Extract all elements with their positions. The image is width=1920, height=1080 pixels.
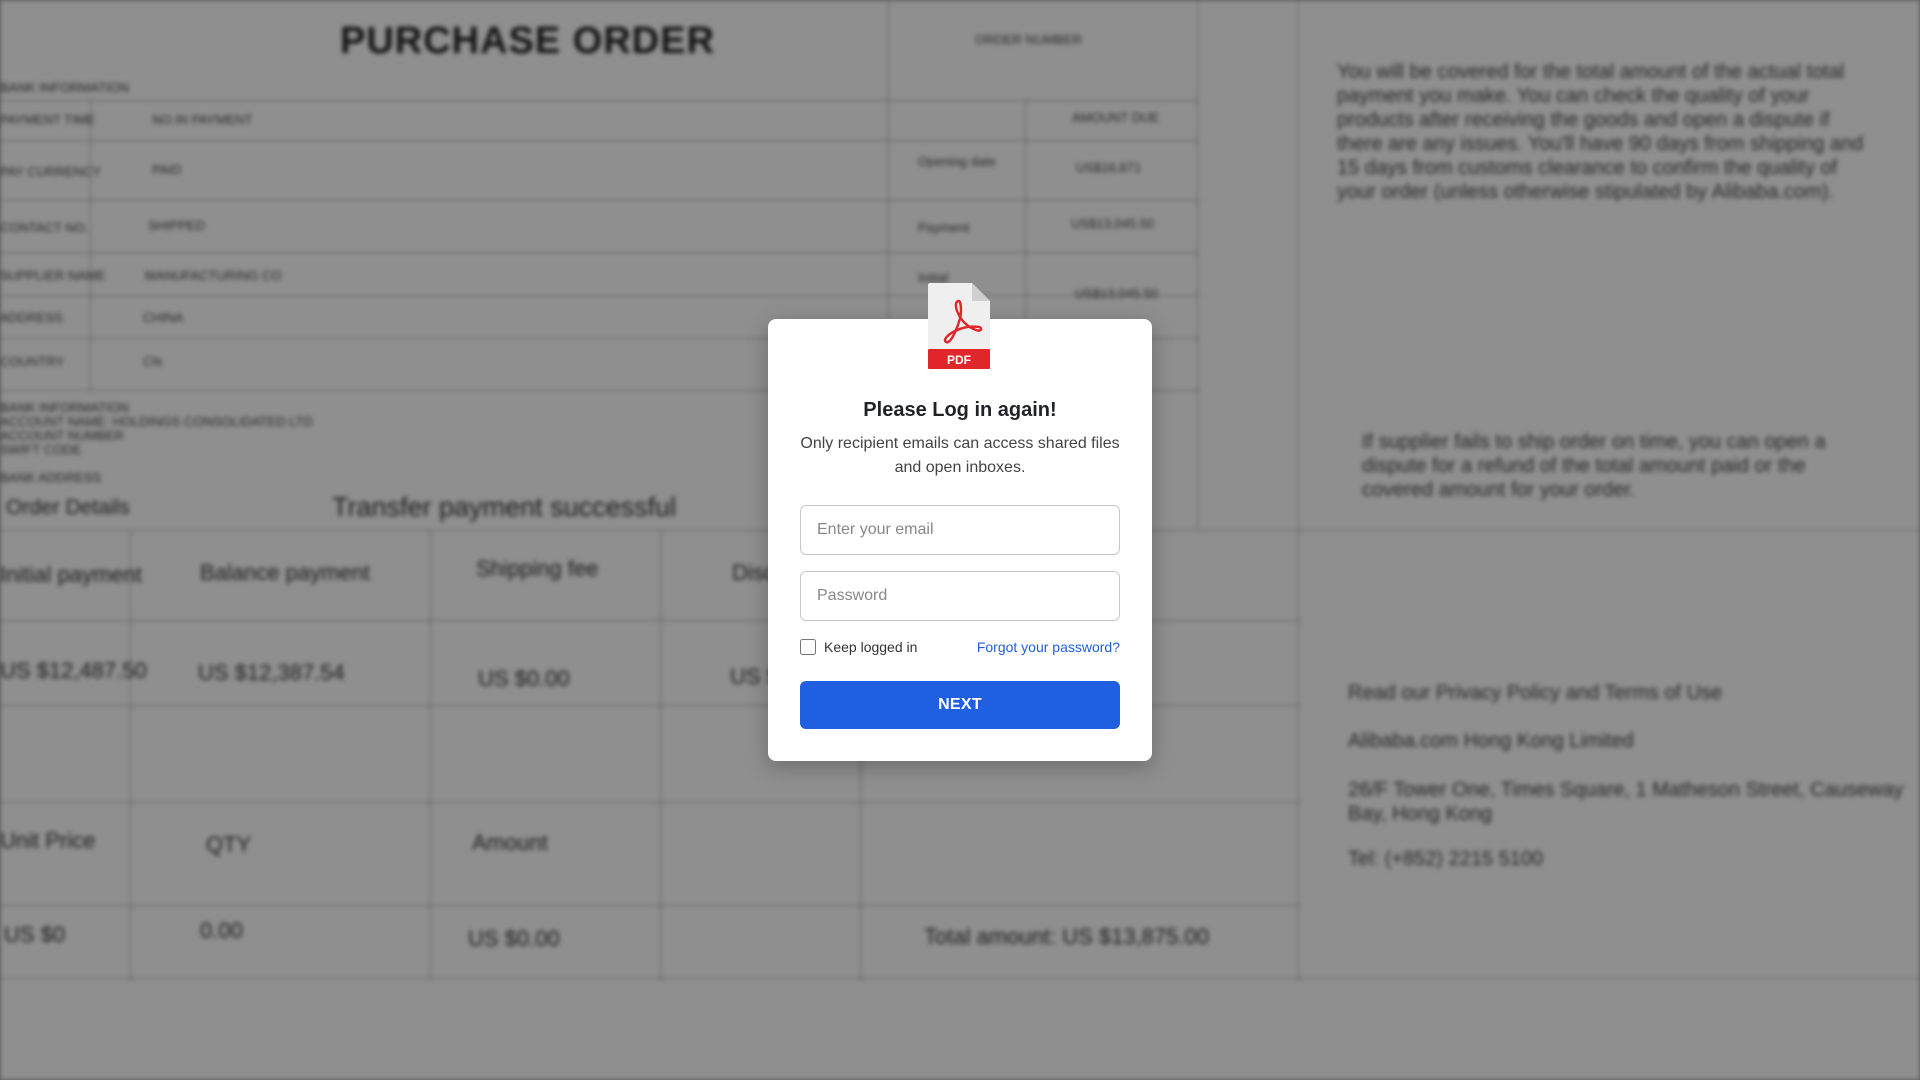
next-button[interactable]: NEXT — [800, 681, 1120, 729]
keep-logged-in-checkbox[interactable] — [800, 639, 816, 655]
modal-title: Please Log in again! — [863, 399, 1057, 421]
keep-logged-in-label: Keep logged in — [824, 639, 918, 655]
email-input[interactable] — [800, 505, 1120, 555]
pdf-icon: PDF — [928, 283, 990, 369]
forgot-password-link[interactable]: Forgot your password? — [977, 639, 1120, 655]
modal-subtitle: Only recipient emails can access shared … — [800, 435, 1120, 476]
password-input[interactable] — [800, 571, 1120, 621]
login-modal: PDF Please Log in again! Only recipient … — [768, 283, 1152, 761]
pdf-icon-label: PDF — [947, 353, 971, 367]
keep-logged-in-row[interactable]: Keep logged in — [800, 638, 917, 656]
